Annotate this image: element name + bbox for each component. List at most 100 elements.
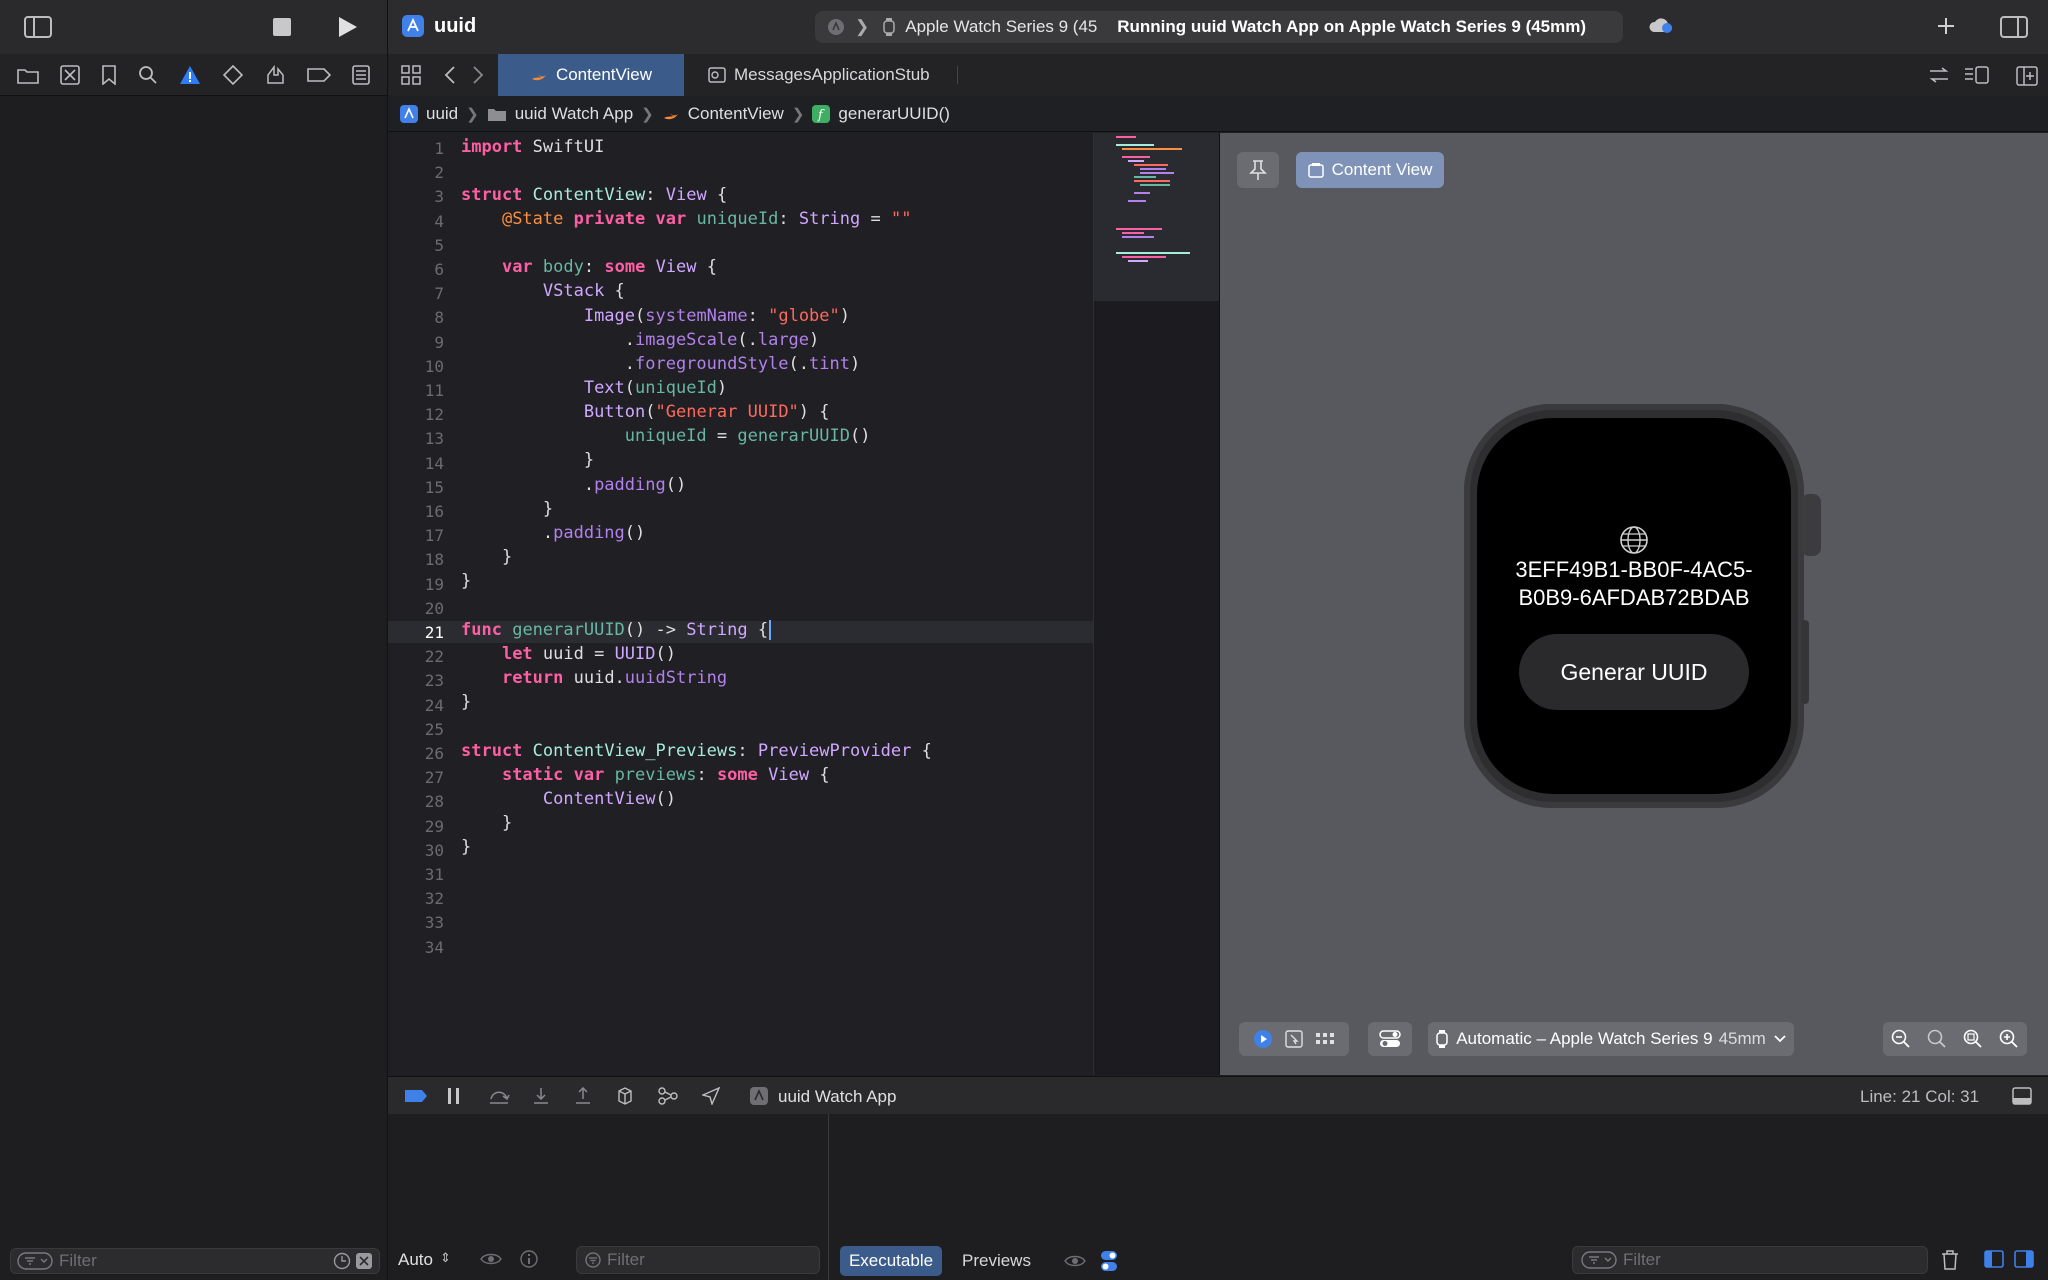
line-number[interactable]: 5 xyxy=(388,236,444,255)
code-line[interactable]: } xyxy=(461,813,512,833)
code-line[interactable]: struct ContentView_Previews: PreviewProv… xyxy=(461,741,932,761)
toggle-console-icon[interactable] xyxy=(2012,1087,2032,1105)
line-number[interactable]: 33 xyxy=(388,913,444,932)
folder-icon[interactable] xyxy=(16,66,39,84)
code-line[interactable]: return uuid.uuidString xyxy=(461,668,727,688)
line-number[interactable]: 29 xyxy=(388,817,444,836)
code-line[interactable]: Button("Generar UUID") { xyxy=(461,402,830,422)
line-number[interactable]: 17 xyxy=(388,526,444,545)
console-filter[interactable]: Filter xyxy=(1572,1246,1928,1274)
breadcrumb-symbol[interactable]: generarUUID() xyxy=(838,104,949,124)
recent-clock-icon[interactable] xyxy=(333,1252,351,1270)
tab-previews[interactable]: Previews xyxy=(952,1246,1041,1276)
code-line[interactable]: struct ContentView: View { xyxy=(461,185,727,205)
line-number[interactable]: 1 xyxy=(388,139,444,158)
code-line[interactable]: } xyxy=(461,571,471,591)
report-icon[interactable] xyxy=(352,64,371,85)
zoom-actual-icon[interactable] xyxy=(1927,1029,1947,1049)
line-number[interactable]: 16 xyxy=(388,502,444,521)
debug-target-label[interactable]: uuid Watch App xyxy=(778,1087,896,1107)
show-console-icon[interactable] xyxy=(2014,1250,2034,1268)
code-line[interactable]: } xyxy=(461,547,512,567)
code-line[interactable]: uniqueId = generarUUID() xyxy=(461,426,871,446)
zoom-in-icon[interactable] xyxy=(1999,1029,2019,1049)
step-over-icon[interactable] xyxy=(488,1087,510,1105)
line-number[interactable]: 9 xyxy=(388,333,444,352)
line-number[interactable]: 18 xyxy=(388,550,444,569)
generar-uuid-button[interactable]: Generar UUID xyxy=(1519,634,1749,710)
view-hierarchy-icon[interactable] xyxy=(616,1087,634,1105)
grid-icon[interactable] xyxy=(401,65,421,85)
line-number[interactable]: 28 xyxy=(388,792,444,811)
navigator-filter[interactable]: Filter xyxy=(10,1248,380,1274)
line-number[interactable]: 27 xyxy=(388,768,444,787)
breadcrumb-group[interactable]: uuid Watch App xyxy=(515,104,633,124)
location-icon[interactable] xyxy=(702,1087,720,1105)
line-number[interactable]: 10 xyxy=(388,357,444,376)
code-line[interactable]: ContentView() xyxy=(461,789,676,809)
search-icon[interactable] xyxy=(138,65,158,85)
issue-warning-icon[interactable] xyxy=(179,65,201,85)
tab-contentview[interactable]: ContentView xyxy=(498,54,684,96)
minimap[interactable] xyxy=(1093,133,1220,1075)
line-number[interactable]: 3 xyxy=(388,187,444,206)
selectable-mode-icon[interactable] xyxy=(1285,1030,1303,1048)
code-line[interactable]: Image(systemName: "globe") xyxy=(461,306,850,326)
pause-icon[interactable] xyxy=(446,1087,462,1105)
code-line[interactable]: let uuid = UUID() xyxy=(461,644,676,664)
editor-options-icon[interactable] xyxy=(1964,66,1990,84)
code-line[interactable]: VStack { xyxy=(461,281,625,301)
live-preview-icon[interactable] xyxy=(1253,1029,1273,1049)
line-number[interactable]: 4 xyxy=(388,212,444,231)
line-number[interactable]: 23 xyxy=(388,671,444,690)
tab-messagesapplicationstub[interactable]: MessagesApplicationStub xyxy=(708,54,930,96)
preview-device-picker[interactable]: Automatic – Apple Watch Series 9 45mm xyxy=(1428,1022,1794,1056)
trash-icon[interactable] xyxy=(1941,1250,1959,1270)
line-number[interactable]: 34 xyxy=(388,938,444,957)
step-out-icon[interactable] xyxy=(574,1087,592,1105)
back-arrow-icon[interactable] xyxy=(444,65,456,85)
swap-arrows-icon[interactable] xyxy=(1928,66,1950,84)
line-number[interactable]: 12 xyxy=(388,405,444,424)
line-number[interactable]: 26 xyxy=(388,744,444,763)
code-line[interactable]: func generarUUID() -> String { xyxy=(461,620,772,640)
eye-icon[interactable] xyxy=(1064,1254,1086,1268)
line-number[interactable]: 14 xyxy=(388,454,444,473)
line-number[interactable]: 30 xyxy=(388,841,444,860)
device-settings-button[interactable] xyxy=(1368,1022,1412,1056)
debug-area-divider[interactable] xyxy=(828,1114,829,1280)
variables-scope-selector[interactable]: Auto xyxy=(398,1250,433,1270)
tab-executable[interactable]: Executable xyxy=(840,1246,942,1276)
line-number[interactable]: 20 xyxy=(388,599,444,618)
breadcrumb-file[interactable]: ContentView xyxy=(688,104,784,124)
inspector-toggle-icon[interactable] xyxy=(2000,16,2028,38)
zoom-out-icon[interactable] xyxy=(1891,1029,1911,1049)
line-number[interactable]: 25 xyxy=(388,720,444,739)
content-view-preview-chip[interactable]: Content View xyxy=(1296,152,1444,188)
code-line[interactable]: static var previews: some View { xyxy=(461,765,830,785)
line-number[interactable]: 21 xyxy=(388,623,444,642)
line-number[interactable]: 7 xyxy=(388,284,444,303)
stop-icon[interactable] xyxy=(272,17,292,37)
test-icon[interactable] xyxy=(222,64,243,85)
breadcrumb-project[interactable]: uuid xyxy=(426,104,458,124)
code-line[interactable]: .padding() xyxy=(461,475,686,495)
filter-options-icon[interactable] xyxy=(355,1252,373,1270)
line-number[interactable]: 19 xyxy=(388,575,444,594)
add-icon[interactable] xyxy=(1936,16,1956,36)
debug-icon[interactable] xyxy=(264,64,286,85)
line-number[interactable]: 31 xyxy=(388,865,444,884)
variants-grid-icon[interactable] xyxy=(1315,1032,1335,1046)
line-number[interactable]: 13 xyxy=(388,429,444,448)
variables-filter[interactable]: Filter xyxy=(576,1246,820,1274)
line-number[interactable]: 22 xyxy=(388,647,444,666)
sidebar-toggle-icon[interactable] xyxy=(24,16,52,38)
code-line[interactable]: .foregroundStyle(.tint) xyxy=(461,354,860,374)
line-number[interactable]: 8 xyxy=(388,308,444,327)
line-number[interactable]: 6 xyxy=(388,260,444,279)
code-line[interactable]: Text(uniqueId) xyxy=(461,378,727,398)
code-line[interactable]: } xyxy=(461,499,553,519)
run-icon[interactable] xyxy=(337,15,359,39)
line-number[interactable]: 2 xyxy=(388,163,444,182)
code-line[interactable]: @State private var uniqueId: String = "" xyxy=(461,209,912,229)
